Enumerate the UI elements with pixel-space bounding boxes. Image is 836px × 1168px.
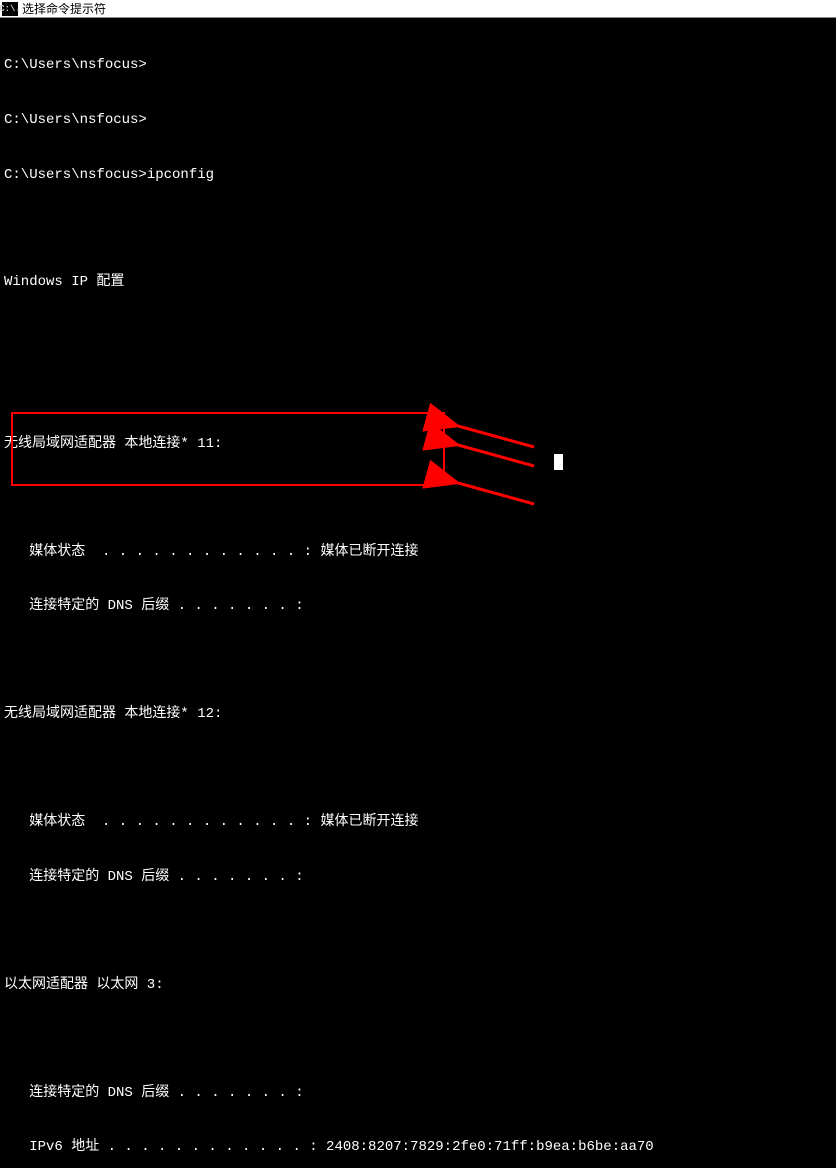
text-cursor — [554, 454, 563, 470]
blank-line — [4, 1030, 832, 1047]
command-line: C:\Users\nsfocus>ipconfig — [4, 166, 832, 184]
output-line: 连接特定的 DNS 后缀 . . . . . . . : — [4, 1084, 832, 1102]
prompt-line: C:\Users\nsfocus> — [4, 111, 832, 129]
prompt-line: C:\Users\nsfocus> — [4, 56, 832, 74]
output-line: 媒体状态 . . . . . . . . . . . . : 媒体已断开连接 — [4, 813, 832, 831]
adapter-header: 以太网适配器 以太网 3: — [4, 976, 832, 994]
output-line: 连接特定的 DNS 后缀 . . . . . . . : — [4, 597, 832, 615]
blank-line — [4, 652, 832, 669]
title-bar[interactable]: C:\. 选择命令提示符 — [0, 0, 836, 18]
blank-line — [4, 489, 832, 506]
blank-line — [4, 381, 832, 398]
blank-line — [4, 922, 832, 939]
blank-line — [4, 760, 832, 777]
output-line: 连接特定的 DNS 后缀 . . . . . . . : — [4, 868, 832, 886]
output-line: 媒体状态 . . . . . . . . . . . . : 媒体已断开连接 — [4, 543, 832, 561]
blank-line — [4, 328, 832, 345]
terminal-output[interactable]: C:\Users\nsfocus> C:\Users\nsfocus> C:\U… — [0, 18, 836, 1168]
adapter-header: 无线局域网适配器 本地连接* 11: — [4, 435, 832, 453]
blank-line — [4, 220, 832, 237]
title-text: 选择命令提示符 — [22, 0, 106, 17]
ipv6-address-line: IPv6 地址 . . . . . . . . . . . . : 2408:8… — [4, 1138, 832, 1156]
adapter-header: 无线局域网适配器 本地连接* 12: — [4, 705, 832, 723]
output-line: Windows IP 配置 — [4, 273, 832, 291]
cmd-icon: C:\. — [2, 2, 18, 16]
